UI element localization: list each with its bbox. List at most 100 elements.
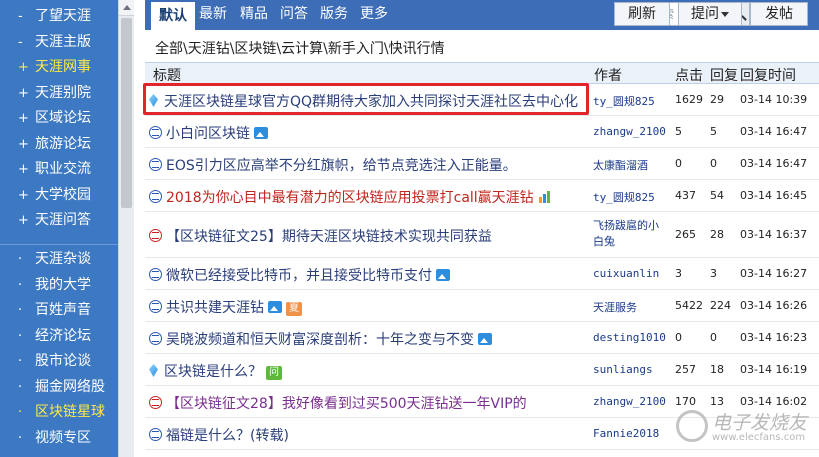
sidebar-item[interactable]: · 经济论坛 <box>0 324 118 349</box>
sidebar-bullet: + <box>18 111 29 126</box>
topic-title-link[interactable]: 【区块链征文25】期待天涯区块链技术实现共同获益 <box>149 226 492 246</box>
sidebar-item[interactable]: + 天涯网事 <box>0 55 118 80</box>
author-link[interactable]: desting1010 <box>593 331 666 344</box>
sidebar-item[interactable]: · 股市论谈 <box>0 349 118 374</box>
sidebar-item[interactable]: + 区域论坛 <box>0 106 118 131</box>
topic-title-link[interactable]: 区块链是什么？ 问 <box>149 361 282 381</box>
sidebar-bullet: - <box>18 34 23 50</box>
diamond-icon <box>149 364 158 377</box>
sidebar-item[interactable]: + 大学校园 <box>0 183 118 208</box>
table-row[interactable]: 2018为你心目中最有潜力的区块链应用投票打call赢天涯钻 ty_圆规825 43… <box>145 180 819 212</box>
author-link[interactable]: 天涯服务 <box>593 299 637 315</box>
tab-qa[interactable]: 问答 <box>280 0 308 30</box>
reply-time: 03-14 10:39 <box>740 93 808 106</box>
reply-count: 0 <box>710 157 717 170</box>
table-row[interactable]: 共识共建天涯钻 夏 天涯服务 5422 224 03-14 16:26 <box>145 290 819 322</box>
author-link[interactable]: zhangw_2100 <box>593 125 666 138</box>
image-attachment-icon <box>436 269 450 281</box>
watermark-url: www.elecfans.com <box>712 432 806 443</box>
sidebar-item[interactable]: + 旅游论坛 <box>0 132 118 157</box>
sidebar-item-label: 经济论坛 <box>35 327 91 344</box>
author-link[interactable]: cuixuanlin <box>593 267 659 280</box>
watermark: 电子发烧友 www.elecfans.com <box>676 404 816 454</box>
sidebar-item-label: 天涯网事 <box>35 59 91 75</box>
sidebar-bullet: - <box>18 9 23 24</box>
tab-more[interactable]: 更多 <box>360 0 388 30</box>
sidebar-item[interactable]: · 天涯杂谈 <box>0 247 118 272</box>
table-row[interactable]: 小白问区块链 zhangw_2100 5 5 03-14 16:47 <box>145 116 819 148</box>
sidebar-item[interactable]: + 职业交流 <box>0 157 118 182</box>
topic-title-link[interactable]: 小白问区块链 <box>149 123 268 143</box>
sidebar-item[interactable]: - 天涯主版 <box>0 30 118 55</box>
click-count: 5 <box>675 125 682 138</box>
author-link[interactable]: ty_圆规825 <box>593 189 655 205</box>
topic-face-icon <box>149 158 162 171</box>
topic-face-icon <box>149 300 162 313</box>
topic-title-link[interactable]: 福链是什么？(转载) <box>149 425 289 445</box>
sidebar-bullet: + <box>18 187 29 203</box>
tab-default[interactable]: 默认 <box>151 0 195 30</box>
sidebar-item[interactable]: + 天涯问答 <box>0 208 118 233</box>
topic-title-link[interactable]: 2018为你心目中最有潜力的区块链应用投票打call赢天涯钻 <box>149 187 552 207</box>
topic-face-icon <box>149 126 162 139</box>
reply-count: 5 <box>710 125 717 138</box>
reply-count: 3 <box>710 267 717 280</box>
sidebar-item[interactable]: · 区块链星球 <box>0 400 118 425</box>
click-count: 437 <box>675 189 696 202</box>
tab-admin[interactable]: 版务 <box>320 0 348 30</box>
post-button[interactable]: 发帖 <box>750 2 808 26</box>
watermark-logo-icon <box>676 410 708 442</box>
tab-featured[interactable]: 精品 <box>240 0 268 30</box>
topic-title-link[interactable]: EOS引力区应高举不分红旗帜，给节点竞选注入正能量。 <box>149 155 517 175</box>
author-link[interactable]: sunliangs <box>593 363 653 376</box>
chevron-down-icon <box>721 11 729 17</box>
sidebar-bullet: · <box>18 354 23 369</box>
tab-latest[interactable]: 最新 <box>199 0 227 30</box>
sidebar-item[interactable]: · 视频专区 <box>0 426 118 451</box>
sidebar-item[interactable]: + 天涯别院 <box>0 81 118 106</box>
table-row[interactable]: 微软已经接受比特币，并且接受比特币支付 cuixuanlin 3 3 03-14 16:… <box>145 258 819 290</box>
topic-title-link[interactable]: 共识共建天涯钻 夏 <box>149 297 302 317</box>
table-row[interactable]: 【区块链征文25】期待天涯区块链技术实现共同获益 飞扬跋扈的小白兔 265 28 03-… <box>145 212 819 258</box>
reply-time: 03-14 16:37 <box>740 228 808 241</box>
sidebar-bullet: + <box>18 85 29 101</box>
sidebar-item-label: 旅游论坛 <box>35 135 91 152</box>
click-count: 1629 <box>675 93 703 106</box>
click-count: 0 <box>675 157 682 170</box>
reply-time: 03-14 16:27 <box>740 267 808 280</box>
sidebar-item-label: 区块链星球 <box>35 404 105 420</box>
sidebar-item-label: 天涯问答 <box>35 212 91 228</box>
table-row[interactable]: 区块链是什么？ 问 sunliangs 257 18 03-14 16:19 <box>145 354 819 386</box>
breadcrumb[interactable]: 全部\天涯钻\区块链\云计算\新手入门\快讯行情 <box>155 38 445 58</box>
topic-title-link[interactable]: 【区块链征文28】我好像看到过买500天涯钻送一年VIP的 <box>149 393 527 413</box>
column-clicks: 点击 <box>675 68 703 84</box>
scrollbar[interactable] <box>118 0 134 457</box>
poll-chart-icon <box>538 191 550 203</box>
topic-badge-icon: 问 <box>266 366 282 380</box>
topic-title-link[interactable]: 微软已经接受比特币，并且接受比特币支付 <box>149 265 450 285</box>
ask-button[interactable]: 提问 <box>678 2 742 26</box>
author-link[interactable]: ty_圆规825 <box>593 93 655 109</box>
column-author: 作者 <box>594 68 622 84</box>
table-header: 标题 作者 点击 回复 回复时间 <box>145 62 819 84</box>
reply-time: 03-14 16:47 <box>740 125 808 138</box>
author-link[interactable]: 太康酯溜酒 <box>593 157 648 173</box>
scroll-thumb[interactable] <box>121 18 132 208</box>
sidebar-item-label: 天涯别院 <box>35 84 91 101</box>
author-link[interactable]: Fannie2018 <box>593 427 659 440</box>
scroll-up-arrow-icon[interactable] <box>119 0 134 16</box>
column-replies: 回复 <box>710 68 738 84</box>
table-row[interactable]: 吴晓波频道和恒天财富深度剖析：十年之变与不变 desting1010 0 0 03-14… <box>145 322 819 354</box>
topic-face-icon <box>149 428 162 441</box>
refresh-button[interactable]: 刷新 <box>614 2 670 26</box>
table-row[interactable]: EOS引力区应高举不分红旗帜，给节点竞选注入正能量。 太康酯溜酒 0 0 03-14 1… <box>145 148 819 180</box>
sidebar-item[interactable]: · 掘金网络股 <box>0 375 118 400</box>
reply-time: 03-14 16:19 <box>740 363 808 376</box>
topic-title-link[interactable]: 吴晓波频道和恒天财富深度剖析：十年之变与不变 <box>149 329 492 349</box>
sidebar-item[interactable]: - 了望天涯 <box>0 4 118 29</box>
sidebar-item[interactable]: · 我的大学 <box>0 273 118 298</box>
author-link[interactable]: 飞扬跋扈的小白兔 <box>593 218 665 250</box>
sidebar-item[interactable]: · 百姓声音 <box>0 298 118 323</box>
click-count: 3 <box>675 267 682 280</box>
author-link[interactable]: zhangw_2100 <box>593 395 666 408</box>
